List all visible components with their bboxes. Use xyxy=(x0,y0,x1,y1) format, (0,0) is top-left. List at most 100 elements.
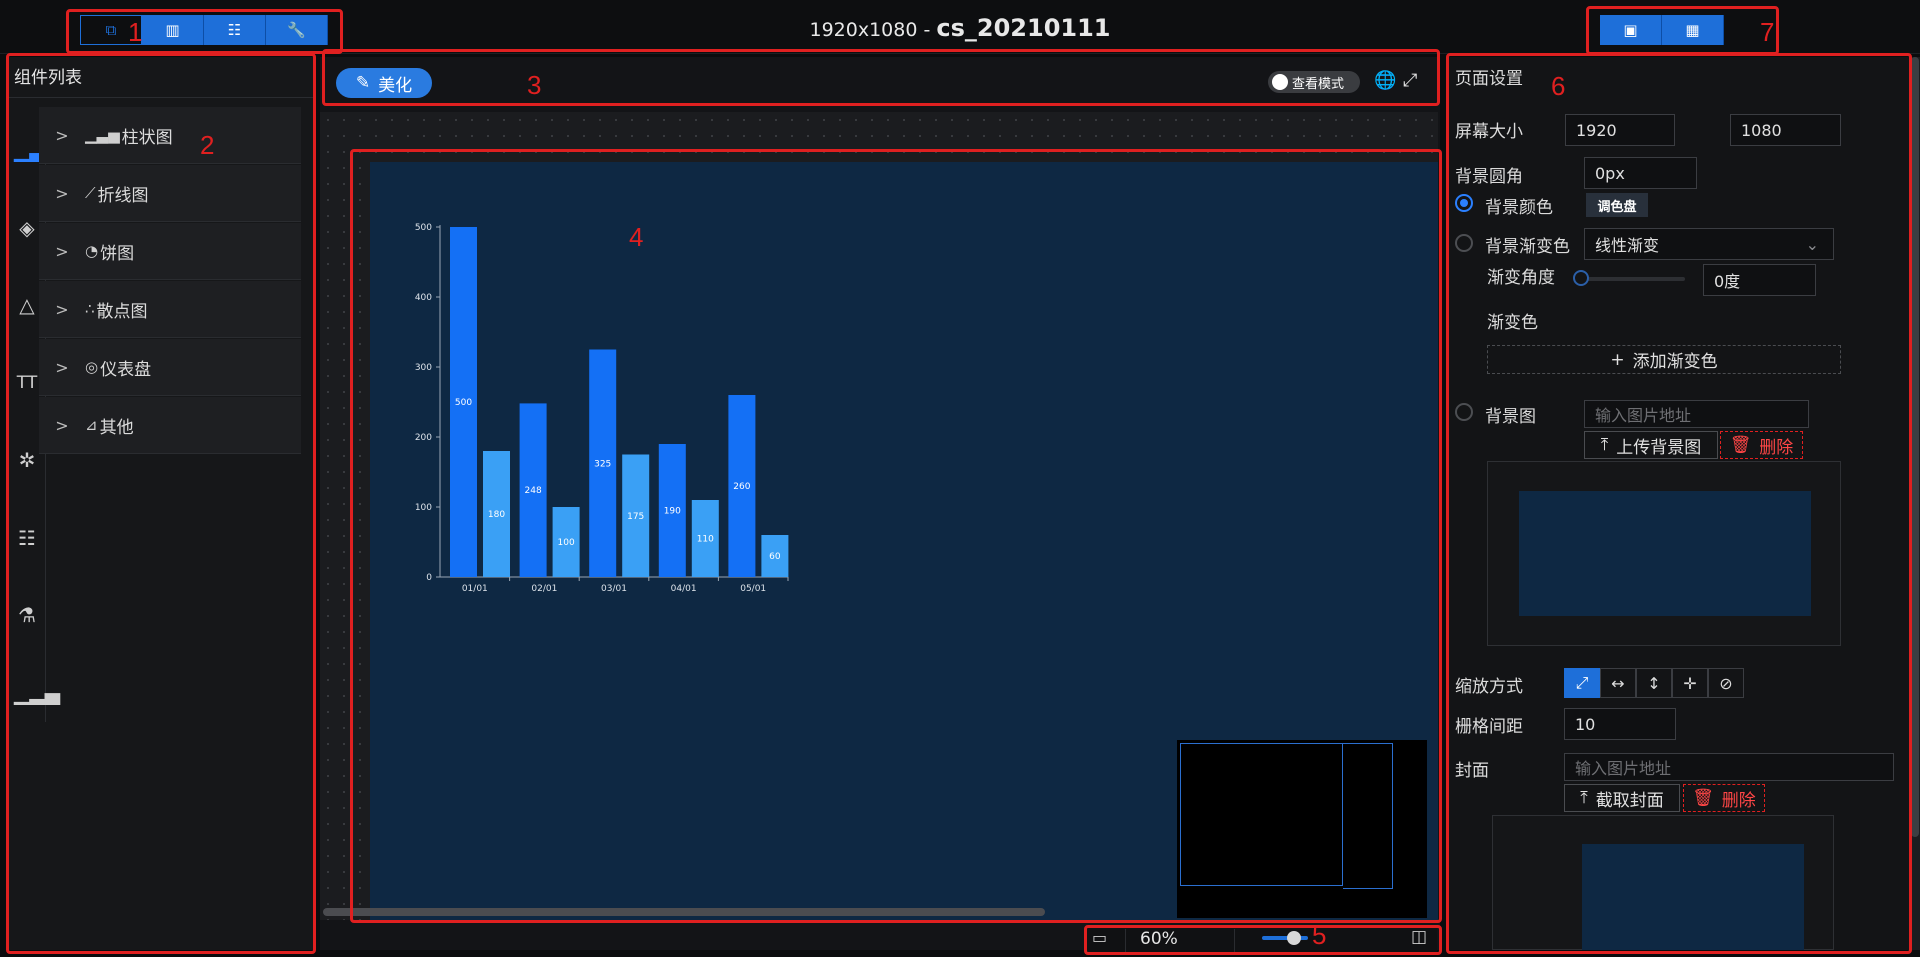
upload-icon: ⤒ xyxy=(1580,788,1588,808)
annotation-number-2: 2 xyxy=(200,130,215,160)
slack-icon[interactable]: ✲ xyxy=(14,447,40,473)
gradient-type-select[interactable]: 线性渐变 ⌄ xyxy=(1584,228,1834,260)
y-tick-label: 300 xyxy=(415,363,432,373)
diamond-icon[interactable]: ◈ xyxy=(14,215,40,241)
component-category-item[interactable]: > ◔ 饼图 xyxy=(39,223,301,280)
gradient-type-value: 线性渐变 xyxy=(1595,236,1660,255)
trash-icon: 🗑 xyxy=(1729,435,1752,455)
x-tick-label: 01/01 xyxy=(462,584,488,594)
bar-value-label: 180 xyxy=(488,510,505,520)
annotation-number-4: 4 xyxy=(629,222,644,252)
scale-fit-button[interactable]: ⤢ xyxy=(1564,668,1600,698)
sliders-button[interactable]: ☷ xyxy=(204,15,266,45)
bar-value-label: 260 xyxy=(733,482,750,492)
right-scrollbar-thumb[interactable] xyxy=(1911,57,1919,837)
palette-button[interactable]: 调色盘 xyxy=(1586,193,1648,217)
bg-radius-input[interactable]: 0px xyxy=(1584,157,1697,189)
component-category-item[interactable]: > ▁▃▅ 柱状图 xyxy=(39,107,301,164)
pyramid-icon[interactable]: △ xyxy=(14,292,40,318)
bar-value-label: 60 xyxy=(769,552,781,562)
view-mode-label: 查看模式 xyxy=(1292,76,1345,92)
screen-width-input[interactable]: 1920 xyxy=(1565,114,1675,146)
scale-center-button[interactable]: ✛ xyxy=(1672,668,1708,698)
screen-height-input[interactable]: 1080 xyxy=(1730,114,1841,146)
bg-radius-label: 背景圆角 xyxy=(1455,167,1523,187)
preview-button[interactable]: ▣ xyxy=(1600,15,1662,45)
layout-icon[interactable]: ◫ xyxy=(1411,927,1427,947)
fullscreen-icon[interactable]: ⤢ xyxy=(1403,70,1417,91)
gradient-angle-label: 渐变角度 xyxy=(1487,268,1555,288)
chevron-right-icon: > xyxy=(55,125,69,145)
component-category-item[interactable]: > ⟋ 折线图 xyxy=(39,165,301,222)
delete-bg-button[interactable]: 🗑 删除 xyxy=(1720,431,1803,459)
stats-icon[interactable]: ▁▂▄ xyxy=(14,680,60,706)
wrench-button[interactable]: 🔧 xyxy=(266,15,328,45)
zoom-value[interactable]: 60% xyxy=(1125,929,1235,953)
flask-icon[interactable]: ⚗ xyxy=(14,602,40,628)
bg-image-radio[interactable] xyxy=(1455,403,1473,421)
annotation-number-7: 7 xyxy=(1760,17,1775,47)
capture-cover-button[interactable]: ⤒ 截取封面 xyxy=(1564,784,1680,812)
component-category-item[interactable]: > ◎ 仪表盘 xyxy=(39,339,301,396)
scale-width-button[interactable]: ↔ xyxy=(1600,668,1636,698)
y-tick-label: 0 xyxy=(426,573,432,583)
bg-image-url-input[interactable]: 输入图片地址 xyxy=(1584,400,1809,428)
delete-cover-button[interactable]: 🗑 删除 xyxy=(1683,784,1765,812)
component-category-item[interactable]: > ⊿ 其他 xyxy=(39,397,301,454)
scale-mode-group: ⤢ ↔ ↕ ✛ ⊘ xyxy=(1564,668,1744,698)
delete-cover-label: 删除 xyxy=(1721,790,1756,811)
globe-icon[interactable]: 🌐 xyxy=(1374,70,1396,91)
bar-value-label: 190 xyxy=(664,507,681,517)
zoom-slider[interactable] xyxy=(1262,936,1308,940)
scale-none-button[interactable]: ⊘ xyxy=(1708,668,1744,698)
y-tick-label: 100 xyxy=(415,503,432,513)
page-settings-title: 页面设置 xyxy=(1455,69,1523,89)
bg-gradient-label: 背景渐变色 xyxy=(1485,237,1570,257)
beautify-label: 美化 xyxy=(378,75,413,96)
right-scrollbar[interactable] xyxy=(1910,57,1920,950)
scale-height-button[interactable]: ↕ xyxy=(1636,668,1672,698)
component-category-label: 其他 xyxy=(99,417,134,438)
trash-icon: 🗑 xyxy=(1692,788,1714,808)
scale-mode-label: 缩放方式 xyxy=(1455,677,1523,697)
bg-color-radio[interactable] xyxy=(1455,194,1473,212)
bar-value-label: 100 xyxy=(558,538,575,548)
qrcode-button[interactable]: ▦ xyxy=(1662,15,1724,45)
other-icon: ⊿ xyxy=(85,416,98,434)
component-category-label: 散点图 xyxy=(96,301,148,322)
sliders-icon[interactable]: ☷ xyxy=(14,525,40,551)
upload-bg-button[interactable]: ⤒ 上传背景图 xyxy=(1584,431,1718,459)
gradient-angle-knob[interactable] xyxy=(1573,270,1589,286)
x-tick-label: 05/01 xyxy=(740,584,766,594)
gradient-color-label: 渐变色 xyxy=(1487,313,1538,333)
zoom-slider-knob[interactable] xyxy=(1287,931,1301,945)
pie-chart-icon: ◔ xyxy=(85,242,99,260)
bar-value-label: 175 xyxy=(627,512,644,522)
add-gradient-button[interactable]: + 添加渐变色 xyxy=(1487,345,1841,374)
horizontal-scrollbar[interactable] xyxy=(323,908,1045,916)
grid-spacing-input[interactable]: 10 xyxy=(1564,708,1676,740)
chevron-right-icon: > xyxy=(55,241,69,261)
gradient-angle-slider[interactable] xyxy=(1580,277,1685,281)
board-button[interactable]: ▥ xyxy=(142,15,204,45)
bar-value-label: 500 xyxy=(455,398,472,408)
cover-url-input[interactable]: 输入图片地址 xyxy=(1564,753,1894,781)
bg-gradient-radio[interactable] xyxy=(1455,234,1473,252)
beautify-button[interactable]: ✎ 美化 xyxy=(336,68,432,98)
board-icon: ▥ xyxy=(165,21,180,39)
bg-preview-image xyxy=(1519,491,1811,616)
text-icon[interactable]: TT xyxy=(14,370,40,396)
minimap-viewport[interactable] xyxy=(1180,743,1343,886)
laptop-icon[interactable]: ▭ xyxy=(1092,928,1107,947)
add-gradient-label: 添加渐变色 xyxy=(1632,352,1718,372)
bar-chart-icon[interactable]: ▁▃▅ xyxy=(14,137,60,163)
view-mode-toggle[interactable]: 查看模式 xyxy=(1268,71,1360,93)
gradient-angle-input[interactable]: 0度 xyxy=(1703,264,1816,296)
canvas-toolbar: ✎ 美化 查看模式 🌐 ⤢ xyxy=(328,62,1438,102)
x-tick-label: 02/01 xyxy=(531,584,557,594)
component-category-item[interactable]: > ∴ 散点图 xyxy=(39,281,301,338)
line-chart-icon: ⟋ xyxy=(85,184,96,202)
screen-size-label: 屏幕大小 xyxy=(1455,122,1523,142)
fit-height-icon: ↕ xyxy=(1647,673,1661,693)
chevron-down-icon: ⌄ xyxy=(1805,234,1819,254)
